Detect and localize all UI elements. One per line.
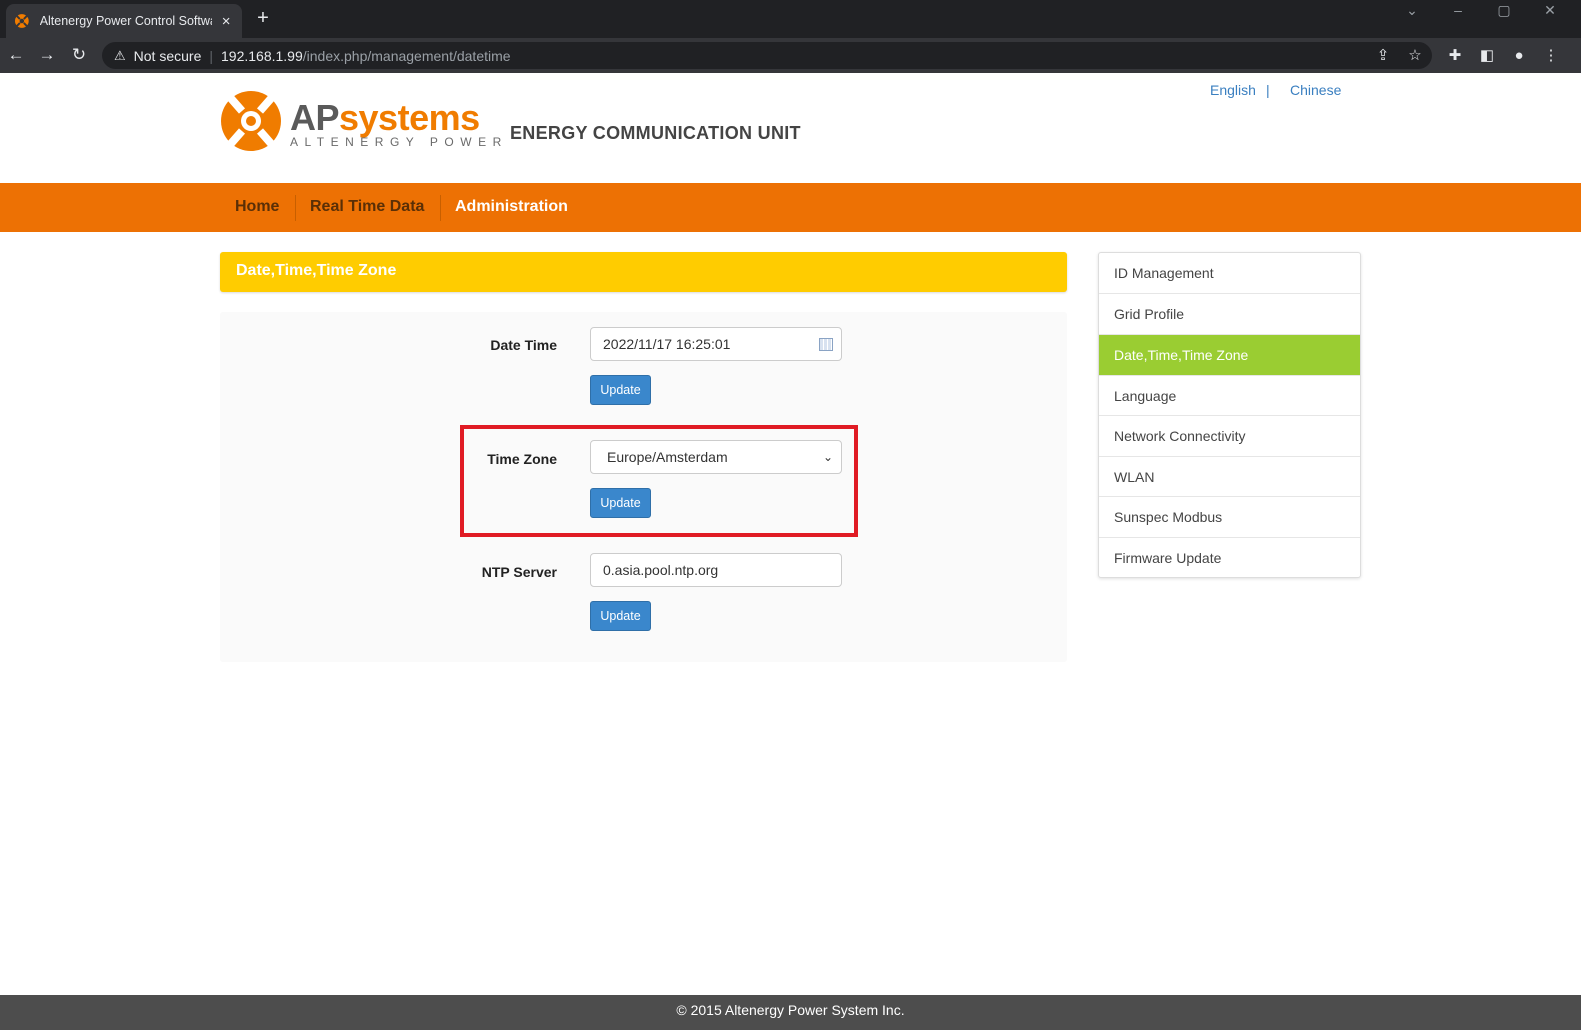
- nav-item-administration[interactable]: Administration: [440, 183, 583, 232]
- url-path: /index.php/management/datetime: [302, 47, 511, 64]
- ntp-server-input[interactable]: 0.asia.pool.ntp.org: [590, 553, 842, 587]
- sidebar-item-grid-profile[interactable]: Grid Profile: [1099, 293, 1360, 334]
- date-time-input[interactable]: 2022/11/17 16:25:01: [590, 327, 842, 361]
- language-chinese-link[interactable]: Chinese: [1290, 82, 1341, 98]
- date-time-value: 2022/11/17 16:25:01: [603, 336, 731, 352]
- sidebar-item-id-management[interactable]: ID Management: [1099, 253, 1360, 294]
- page: APsystems ALTENERGY POWER ENERGY COMMUNI…: [0, 73, 1581, 1030]
- update-time-zone-button[interactable]: Update: [590, 488, 651, 518]
- main-nav: Home Real Time Data Administration: [0, 183, 1581, 232]
- time-zone-value: Europe/Amsterdam: [607, 449, 728, 465]
- apsystems-logo-icon: [221, 91, 281, 151]
- address-bar[interactable]: ⚠ Not secure | 192.168.1.99/index.php/ma…: [102, 42, 1432, 69]
- maximize-icon[interactable]: ▢: [1484, 0, 1524, 22]
- sidebar-item-sunspec-modbus[interactable]: Sunspec Modbus: [1099, 496, 1360, 537]
- logo-ap: AP: [290, 97, 340, 138]
- footer: © 2015 Altenergy Power System Inc.: [0, 995, 1581, 1030]
- back-icon[interactable]: ←: [4, 43, 28, 67]
- chevron-down-icon: ⌄: [822, 450, 833, 464]
- share-icon[interactable]: ⇪: [1372, 46, 1394, 66]
- language-separator: |: [1266, 82, 1270, 98]
- apsystems-logo: APsystems ALTENERGY POWER: [218, 87, 501, 157]
- tab-title: Altenergy Power Control Software: [39, 14, 213, 28]
- update-ntp-server-button[interactable]: Update: [590, 601, 651, 631]
- language-english-link[interactable]: English: [1210, 82, 1256, 98]
- tab-search-icon[interactable]: ⌄: [1392, 0, 1432, 22]
- window-close-icon[interactable]: ✕: [1530, 0, 1570, 22]
- warning-icon: ⚠: [114, 47, 126, 63]
- omnibox-divider: |: [209, 47, 213, 64]
- minimize-icon[interactable]: –: [1438, 0, 1478, 22]
- apsystems-favicon-icon: [14, 14, 29, 28]
- logo-systems: systems: [339, 97, 480, 138]
- time-zone-select[interactable]: Europe/Amsterdam ⌄: [590, 440, 842, 474]
- browser-toolbar: ← → ↻ ⚠ Not secure | 192.168.1.99/index.…: [0, 38, 1581, 73]
- logo-subtitle: ALTENERGY POWER: [290, 135, 508, 149]
- page-title: ENERGY COMMUNICATION UNIT: [510, 123, 801, 143]
- ntp-server-label: NTP Server: [481, 564, 557, 580]
- section-header: Date,Time,Time Zone: [220, 252, 1067, 292]
- reload-icon[interactable]: ↻: [67, 43, 91, 67]
- url-host: 192.168.1.99: [221, 47, 303, 64]
- update-date-time-button[interactable]: Update: [590, 375, 651, 405]
- ntp-server-value: 0.asia.pool.ntp.org: [603, 562, 719, 578]
- browser-tab[interactable]: Altenergy Power Control Software ×: [6, 4, 242, 38]
- tab-close-icon[interactable]: ×: [218, 13, 234, 30]
- side-panel-icon[interactable]: ◧: [1478, 47, 1496, 65]
- sidebar-item-wlan[interactable]: WLAN: [1099, 456, 1360, 497]
- sidebar-item-language[interactable]: Language: [1099, 375, 1360, 416]
- sidebar-item-network-connectivity[interactable]: Network Connectivity: [1099, 415, 1360, 456]
- date-time-label: Date Time: [490, 337, 557, 353]
- admin-sidebar: ID Management Grid Profile Date,Time,Tim…: [1098, 252, 1361, 578]
- section-title: Date,Time,Time Zone: [236, 262, 397, 279]
- new-tab-button[interactable]: +: [252, 6, 274, 30]
- logo-wordmark: APsystems: [290, 97, 480, 139]
- nav-item-home[interactable]: Home: [220, 183, 294, 232]
- sidebar-item-firmware-update[interactable]: Firmware Update: [1099, 537, 1360, 578]
- datetime-form: Date Time 2022/11/17 16:25:01 Update Tim…: [220, 312, 1067, 662]
- browser-tabstrip: Altenergy Power Control Software × + ⌄ –…: [0, 0, 1581, 38]
- sidebar-item-date-time-time-zone[interactable]: Date,Time,Time Zone: [1099, 334, 1360, 375]
- profile-icon[interactable]: ●: [1510, 47, 1528, 65]
- security-label: Not secure: [133, 47, 202, 64]
- forward-icon[interactable]: →: [35, 43, 59, 67]
- kebab-menu-icon[interactable]: ⋮: [1542, 47, 1560, 65]
- puzzle-icon[interactable]: ✚: [1446, 47, 1464, 65]
- star-icon[interactable]: ☆: [1404, 46, 1426, 66]
- time-zone-label: Time Zone: [487, 451, 557, 467]
- footer-copyright: © 2015 Altenergy Power System Inc.: [676, 1002, 905, 1018]
- nav-item-real-time-data[interactable]: Real Time Data: [295, 183, 439, 232]
- calendar-icon[interactable]: [819, 338, 833, 351]
